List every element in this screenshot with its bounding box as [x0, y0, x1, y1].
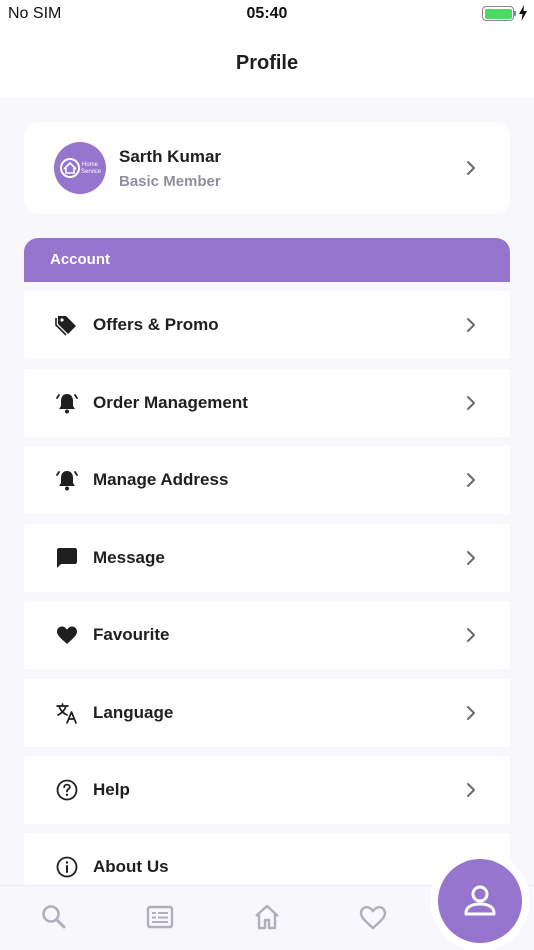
menu-item-language[interactable]: Language: [24, 679, 510, 747]
chevron-right-icon: [467, 628, 475, 642]
chevron-right-icon: [467, 396, 475, 410]
chevron-right-icon: [467, 318, 475, 332]
info-icon: [56, 856, 78, 878]
chevron-right-icon: [467, 551, 475, 565]
status-bar: No SIM 05:40: [0, 0, 534, 28]
chevron-right-icon: [467, 473, 475, 487]
menu-item-offers-promo[interactable]: Offers & Promo: [24, 291, 510, 359]
menu-item-manage-address[interactable]: Manage Address: [24, 446, 510, 514]
search-icon[interactable]: [39, 902, 69, 932]
menu-item-label: Favourite: [93, 625, 170, 644]
profile-card[interactable]: Home Service Sarth Kumar Basic Member: [24, 122, 510, 214]
membership-label: Basic Member: [119, 173, 221, 190]
heart-outline-icon[interactable]: [358, 902, 388, 932]
svg-text:Service: Service: [81, 169, 102, 175]
help-circle-icon: [56, 779, 78, 801]
section-title: Account: [50, 251, 110, 268]
page-title: Profile: [235, 52, 299, 74]
home-icon[interactable]: [252, 902, 282, 932]
charging-icon: [519, 5, 527, 21]
list-card-icon[interactable]: [145, 902, 175, 932]
menu-item-label: Offers & Promo: [93, 315, 219, 334]
menu-item-label: Help: [93, 780, 130, 799]
bell-ring-icon: [56, 394, 78, 414]
menu-item-order-management[interactable]: Order Management: [24, 369, 510, 437]
avatar: Home Service: [54, 142, 106, 194]
chevron-right-icon: [467, 783, 475, 797]
message-icon: [57, 548, 77, 568]
nav-header: Profile: [0, 28, 534, 98]
home-service-logo-icon: Home Service: [60, 158, 102, 178]
clock: 05:40: [246, 5, 288, 22]
user-name: Sarth Kumar: [119, 147, 222, 166]
chevron-right-icon: [467, 161, 475, 175]
menu-item-help[interactable]: Help: [24, 756, 510, 824]
menu-item-label: Language: [93, 703, 174, 722]
chevron-right-icon: [467, 706, 475, 720]
account-section-header: Account: [24, 238, 510, 282]
battery-icon: [482, 6, 514, 21]
menu-item-label: Order Management: [93, 393, 248, 412]
menu-item-label: Message: [93, 548, 165, 567]
menu-item-favourite[interactable]: Favourite: [24, 601, 510, 669]
menu-item-label: About Us: [93, 857, 169, 876]
menu-item-message[interactable]: Message: [24, 524, 510, 592]
menu-item-label: Manage Address: [93, 470, 229, 489]
svg-text:Home: Home: [82, 162, 99, 168]
profile-tab-button[interactable]: [438, 859, 522, 943]
heart-icon: [57, 626, 77, 644]
translate-icon: [56, 703, 77, 724]
bell-ring-icon: [56, 471, 78, 491]
tag-icon: [55, 316, 76, 336]
battery-cap: [514, 11, 516, 16]
profile-icon: [464, 885, 496, 916]
